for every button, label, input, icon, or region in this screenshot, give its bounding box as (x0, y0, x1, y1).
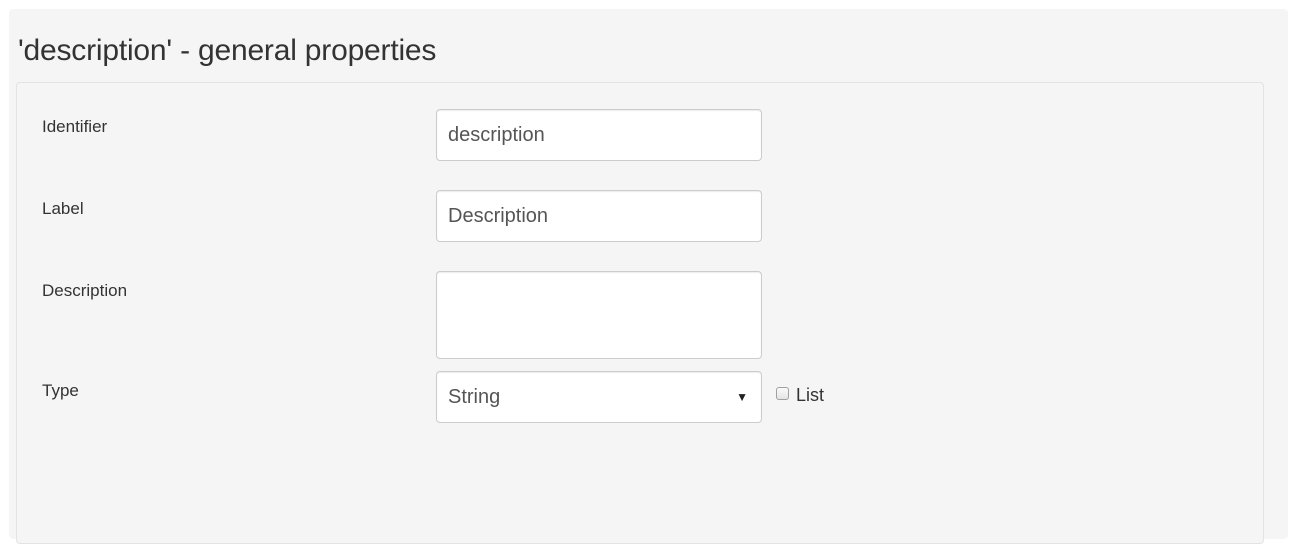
type-select[interactable]: String ▼ (436, 371, 762, 423)
type-label: Type (42, 381, 79, 400)
label-label: Label (42, 199, 84, 218)
identifier-input-value: description (448, 124, 545, 146)
label-input-value: Description (448, 205, 549, 227)
identifier-input[interactable]: description (436, 109, 762, 161)
list-checkbox-label[interactable]: List (796, 385, 824, 406)
description-label: Description (42, 281, 128, 300)
list-checkbox[interactable] (776, 387, 789, 400)
type-select-value: String (448, 386, 501, 408)
description-textarea[interactable] (436, 271, 762, 359)
page-title: 'description' - general properties (18, 34, 437, 67)
label-input[interactable]: Description (436, 190, 762, 242)
chevron-down-icon: ▼ (736, 390, 748, 404)
identifier-label: Identifier (42, 117, 108, 136)
